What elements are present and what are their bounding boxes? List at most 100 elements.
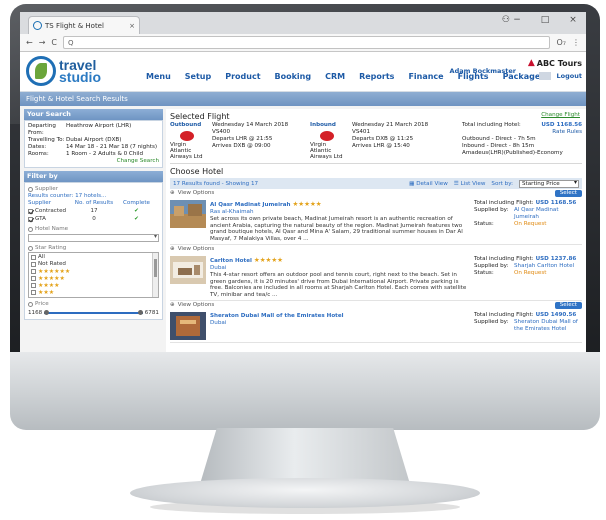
forward-icon[interactable]: →	[39, 38, 46, 47]
nav-menu[interactable]: Menu	[146, 72, 171, 81]
price-slider[interactable]: 1168 6781	[28, 309, 159, 317]
star-option[interactable]: ★★★★	[31, 282, 156, 289]
detail-view-button[interactable]: ▦ Detail View	[409, 181, 448, 187]
travelstudio-logo[interactable]: travel studio	[26, 56, 101, 86]
supplier-checkbox[interactable]	[28, 208, 33, 214]
view-options-icon[interactable]: ⊕	[170, 189, 175, 198]
hotel-photo[interactable]	[170, 200, 206, 228]
hotel-supplier[interactable]: Al Qasr Madinat Jumeirah	[514, 207, 582, 221]
hotel-area: Dubai	[210, 265, 227, 271]
flight-date: Wednesday 14 March 2018	[212, 122, 289, 128]
star-checkbox[interactable]	[31, 290, 36, 295]
star-option[interactable]: All	[31, 254, 156, 261]
nav-booking[interactable]: Booking	[275, 72, 312, 81]
star-option[interactable]: ★★★	[31, 289, 156, 296]
nav-crm[interactable]: CRM	[325, 72, 345, 81]
view-options-row: ⊕ View Options	[170, 245, 582, 254]
hotel-description: Set across its own private beach, Madina…	[210, 216, 463, 242]
hotel-item: Al Qasr Madinat Jumeirah ★★★★★ Ras al-Kh…	[170, 198, 582, 245]
list-view-icon: ☰	[453, 180, 461, 187]
reload-icon[interactable]: C	[51, 38, 57, 47]
maximize-icon[interactable]: □	[538, 15, 552, 25]
results-bar: 17 Results found - Showing 17 ▦ Detail V…	[170, 178, 582, 189]
close-window-icon[interactable]: ×	[566, 15, 580, 25]
address-bar: ← → C Q O₇ ⋮	[20, 34, 586, 52]
hotel-name-toggle-icon[interactable]	[28, 226, 33, 232]
logo-line-2: studio	[59, 69, 101, 85]
price-toggle-icon[interactable]	[28, 301, 33, 307]
view-options-row: ⊕ View Options Select	[170, 301, 582, 310]
flight-total: Total including Hotel: USD 1168.56 Rate R…	[462, 122, 582, 160]
sort-label: Sort by:	[491, 180, 513, 187]
star-list-scrollbar[interactable]	[152, 253, 158, 297]
hotel-name[interactable]: Sheraton Dubai Mall of the Emirates Hote…	[210, 313, 344, 319]
list-view-button[interactable]: ☰ List View	[454, 181, 486, 187]
star-option[interactable]: ★★	[31, 296, 156, 298]
inbound-label: Inbound	[310, 122, 336, 128]
minimize-icon[interactable]: −	[510, 15, 524, 25]
supplier-row: GTA 0 ✔	[28, 215, 159, 223]
view-options-icon[interactable]: ⊕	[170, 245, 175, 254]
star-checkbox[interactable]	[31, 262, 36, 267]
key-icon[interactable]: O₇	[556, 38, 566, 47]
hotel-name[interactable]: Carlton Hotel	[210, 258, 252, 264]
browser-tab[interactable]: TS Flight & Hotel ×	[28, 16, 140, 34]
col-results: No. of Results	[74, 200, 114, 206]
hotel-name[interactable]: Al Qasr Madinat Jumeirah	[210, 202, 291, 208]
select-button[interactable]: Select	[554, 190, 582, 197]
star-checkbox[interactable]	[31, 255, 36, 260]
search-heading: Your Search	[24, 109, 163, 120]
back-icon[interactable]: ←	[26, 38, 33, 47]
hotel-name-label: Hotel Name	[35, 226, 69, 232]
view-options-icon[interactable]: ⊕	[170, 301, 175, 310]
hotel-price-box: Total including Flight: USD 1168.56 Suppl…	[474, 200, 582, 242]
star-checkbox[interactable]	[31, 269, 36, 274]
view-options-link[interactable]: View Options	[178, 245, 215, 254]
change-flight-link[interactable]: Change Flight	[541, 112, 580, 118]
view-options-link[interactable]: View Options	[178, 301, 215, 310]
supplier-toggle-icon[interactable]	[28, 186, 33, 192]
total-label: Total including Hotel:	[462, 122, 521, 128]
hotel-supplier[interactable]: Sharjah Carlton Hotel	[514, 263, 574, 270]
supplier-checkbox[interactable]	[28, 216, 33, 222]
star-option[interactable]: ★★★★★	[31, 275, 156, 282]
view-options-link[interactable]: View Options	[178, 189, 215, 198]
nav-setup[interactable]: Setup	[185, 72, 211, 81]
star-checkbox[interactable]	[31, 276, 36, 281]
star-option[interactable]: ★★★★★★	[31, 268, 156, 275]
change-search-link[interactable]: Change Search	[28, 158, 159, 165]
view-options-row: ⊕ View Options Select	[170, 189, 582, 198]
flight-arrives: Arrives DXB @ 09:00	[212, 143, 271, 149]
browser-profile-icon[interactable]: ⚇	[502, 15, 510, 25]
rate-rules-link[interactable]: Rate Rules	[462, 129, 582, 136]
flight-code: VS400	[212, 129, 231, 135]
hotel-photo[interactable]	[170, 256, 206, 284]
browser-menu-icon[interactable]: ⋮	[572, 38, 580, 47]
hotel-photo[interactable]	[170, 312, 206, 340]
user-name[interactable]: Adam Bockmaster	[450, 67, 516, 75]
hotel-price-box: Total including Flight: USD 1237.86 Suppl…	[474, 256, 582, 298]
sort-select[interactable]: Starting Price	[519, 179, 579, 188]
brand-area: ▲ ABC Tours Logout	[528, 58, 582, 80]
url-input[interactable]: Q	[63, 36, 551, 49]
brand-name: ABC Tours	[536, 58, 582, 68]
nav-finance[interactable]: Finance	[408, 72, 443, 81]
total-label: Total including Flight:	[474, 312, 534, 318]
flight-departs: Departs LHR @ 21:55	[212, 136, 273, 142]
star-toggle-icon[interactable]	[28, 245, 33, 251]
nav-product[interactable]: Product	[225, 72, 260, 81]
star-option[interactable]: Not Rated	[31, 261, 156, 268]
logout-link[interactable]: Logout	[557, 72, 582, 80]
filter-heading: Filter by	[24, 171, 163, 182]
star-checkbox[interactable]	[31, 297, 36, 298]
hotel-name-input[interactable]	[28, 233, 159, 242]
tab-close-icon[interactable]: ×	[129, 22, 135, 30]
hotel-price: USD 1490.56	[535, 312, 577, 318]
select-button[interactable]: Select	[554, 302, 582, 309]
outbound-label: Outbound	[170, 122, 202, 128]
nav-reports[interactable]: Reports	[359, 72, 394, 81]
language-selector[interactable]	[539, 72, 552, 80]
star-checkbox[interactable]	[31, 283, 36, 288]
hotel-supplier[interactable]: Sheraton Dubai Mall of the Emirates Hote…	[514, 319, 582, 333]
price-slider-track[interactable]	[44, 310, 143, 315]
